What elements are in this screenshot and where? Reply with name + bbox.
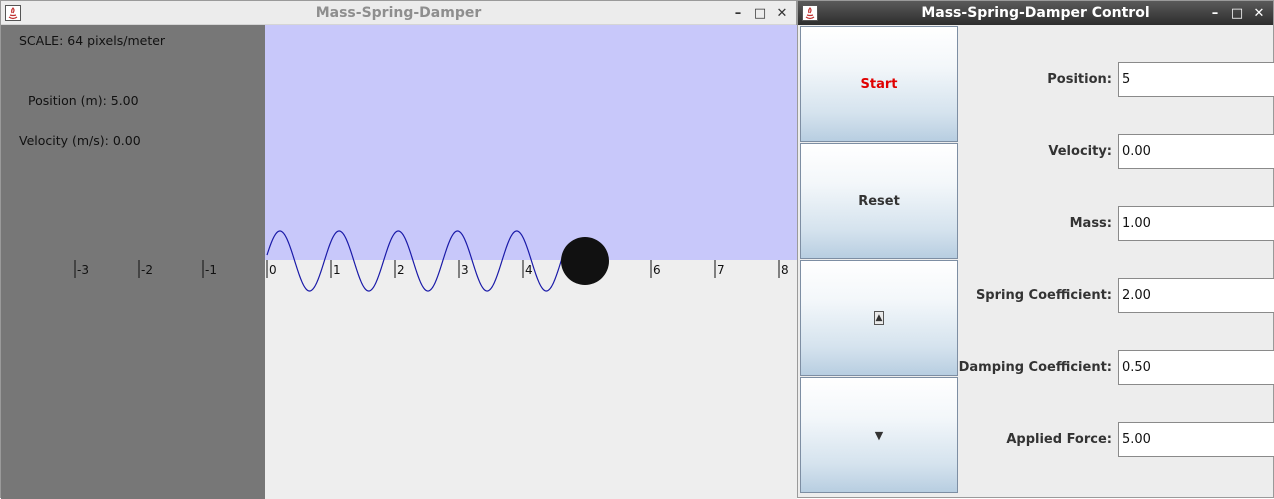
axis-tick-label: 0: [269, 263, 277, 277]
spring-coefficient-field[interactable]: [1118, 278, 1274, 313]
axis-tick-label: 8: [781, 263, 789, 277]
up-arrow-icon: ▲: [874, 311, 884, 325]
axis-tick-label: 2: [397, 263, 405, 277]
start-button[interactable]: Start: [800, 26, 958, 142]
mass-ball: [561, 237, 609, 285]
damping-coefficient-field[interactable]: [1118, 350, 1274, 385]
minimize-icon[interactable]: –: [730, 6, 746, 21]
minimize-icon[interactable]: –: [1207, 6, 1223, 21]
spring-coil: [266, 230, 564, 292]
sim-canvas: -3-2-1012345678: [74, 230, 789, 292]
applied-force-label: Applied Force:: [1006, 432, 1112, 447]
java-app-icon: [5, 5, 21, 21]
axis-ticks: -3-2-1012345678: [74, 260, 789, 278]
ctrl-titlebar[interactable]: Mass-Spring-Damper Control – □ ✕: [798, 1, 1273, 25]
ctrl-window-title: Mass-Spring-Damper Control: [921, 5, 1150, 21]
mass-field[interactable]: [1118, 206, 1274, 241]
applied-force-field[interactable]: [1118, 422, 1274, 457]
control-window: Mass-Spring-Damper Control – □ ✕ Start R…: [797, 0, 1274, 498]
decrease-button[interactable]: ▼: [800, 377, 958, 493]
sim-titlebar[interactable]: Mass-Spring-Damper – □ ✕: [1, 1, 796, 25]
axis-tick-label: 4: [525, 263, 533, 277]
increase-button[interactable]: ▲: [800, 260, 958, 376]
simulation-window: Mass-Spring-Damper – □ ✕ SCALE: 64 pixel…: [0, 0, 797, 499]
axis-tick-label: 7: [717, 263, 725, 277]
axis-tick-label: 1: [333, 263, 341, 277]
damping-coefficient-label: Damping Coefficient:: [958, 360, 1112, 375]
axis-tick-label: -1: [205, 263, 217, 277]
axis-tick-label: -2: [141, 263, 153, 277]
spring-coefficient-label: Spring Coefficient:: [975, 288, 1112, 303]
close-icon[interactable]: ✕: [1251, 6, 1267, 21]
java-app-icon: [802, 5, 818, 21]
reset-button[interactable]: Reset: [800, 143, 958, 259]
velocity-label: Velocity:: [1048, 144, 1112, 159]
axis-tick-label: -3: [77, 263, 89, 277]
axis-tick-label: 6: [653, 263, 661, 277]
close-icon[interactable]: ✕: [774, 6, 790, 21]
velocity-field[interactable]: [1118, 134, 1274, 169]
position-field[interactable]: [1118, 62, 1274, 97]
axis-tick-label: 3: [461, 263, 469, 277]
down-arrow-icon: ▼: [874, 428, 884, 442]
sim-window-title: Mass-Spring-Damper: [315, 4, 482, 21]
mass-label: Mass:: [1069, 216, 1112, 231]
maximize-icon[interactable]: □: [752, 6, 768, 21]
maximize-icon[interactable]: □: [1229, 6, 1245, 21]
position-label: Position:: [1047, 72, 1112, 87]
